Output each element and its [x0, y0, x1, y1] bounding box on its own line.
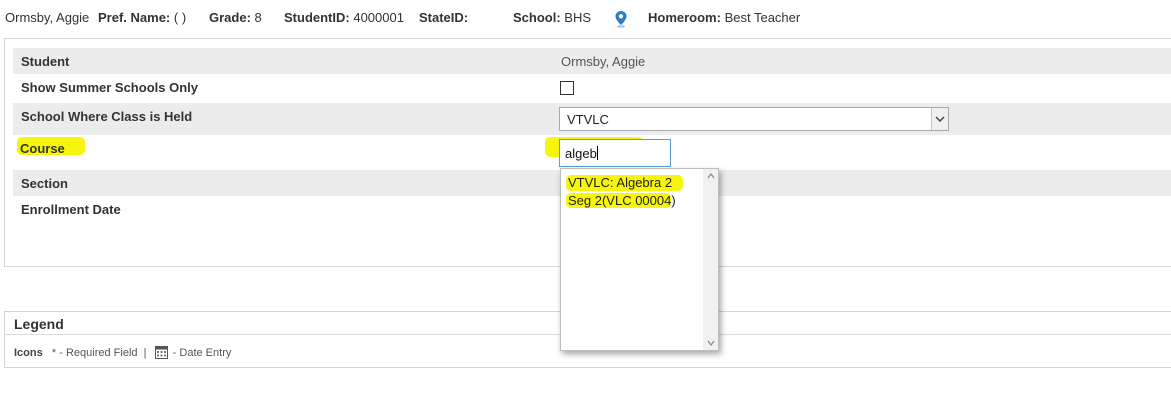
student-header-bar: Ormsby, Aggie Pref. Name: ( ) Grade: 8 S…: [0, 0, 1171, 36]
pref-name-value: ( ): [173, 10, 187, 25]
header-school: School: BHS: [513, 10, 591, 25]
pref-name-label: Pref. Name:: [98, 10, 171, 25]
homeroom-label: Homeroom:: [648, 10, 721, 25]
school-select-value: VTVLC: [567, 112, 609, 127]
legend-body: Icons * - Required Field | - Date Entry: [14, 346, 231, 359]
map-pin-icon[interactable]: [614, 10, 628, 28]
student-row: Student Ormsby, Aggie: [13, 48, 1171, 74]
course-search-input[interactable]: algeb: [559, 139, 671, 167]
header-student-id: StudentID: 4000001: [284, 10, 404, 25]
header-homeroom: Homeroom: Best Teacher: [648, 10, 800, 25]
chevron-down-icon[interactable]: [931, 108, 948, 130]
student-value: Ormsby, Aggie: [561, 54, 646, 69]
scroll-down-icon[interactable]: [706, 338, 716, 348]
course-option-line1: VTVLC: Algebra 2: [568, 175, 673, 190]
summer-schools-checkbox[interactable]: [560, 81, 574, 95]
state-id-label: StateID:: [419, 10, 469, 25]
text-caret: [596, 146, 598, 160]
header-grade: Grade: 8: [209, 10, 262, 25]
scroll-up-icon[interactable]: [706, 171, 716, 181]
header-student-name: Ormsby, Aggie: [5, 10, 90, 25]
dropdown-scrollbar[interactable]: [703, 169, 718, 350]
course-option[interactable]: VTVLC: Algebra 2 Seg 2(VLC 00004): [568, 174, 703, 210]
course-option-line2: Seg 2(VLC 00004): [568, 193, 676, 208]
legend-icons-label: Icons: [14, 347, 43, 359]
header-state-id: StateID:: [419, 10, 468, 25]
grade-value: 8: [254, 10, 262, 25]
course-autocomplete-dropdown: VTVLC: Algebra 2 Seg 2(VLC 00004): [560, 168, 719, 351]
section-label: Section: [21, 176, 68, 191]
school-label: School:: [513, 10, 561, 25]
header-pref-name: Pref. Name: ( ): [98, 10, 186, 25]
grade-label: Grade:: [209, 10, 251, 25]
legend-separator: |: [143, 347, 147, 359]
legend-date-entry-text: - Date Entry: [172, 347, 232, 359]
course-label: Course: [20, 141, 65, 156]
student-id-label: StudentID:: [284, 10, 350, 25]
legend-required-text: * - Required Field: [51, 347, 138, 359]
school-select[interactable]: VTVLC: [559, 107, 949, 131]
course-input-text: algeb: [565, 146, 598, 161]
summer-schools-label: Show Summer Schools Only: [21, 80, 198, 95]
legend-title: Legend: [14, 316, 64, 332]
student-id-value: 4000001: [353, 10, 404, 25]
enrollment-date-label: Enrollment Date: [21, 202, 121, 217]
student-label: Student: [21, 54, 70, 69]
summer-schools-row: Show Summer Schools Only: [13, 74, 1171, 103]
school-where-held-label: School Where Class is Held: [21, 109, 193, 124]
calendar-icon: [154, 346, 168, 359]
school-value: BHS: [564, 10, 592, 25]
homeroom-value: Best Teacher: [724, 10, 801, 25]
